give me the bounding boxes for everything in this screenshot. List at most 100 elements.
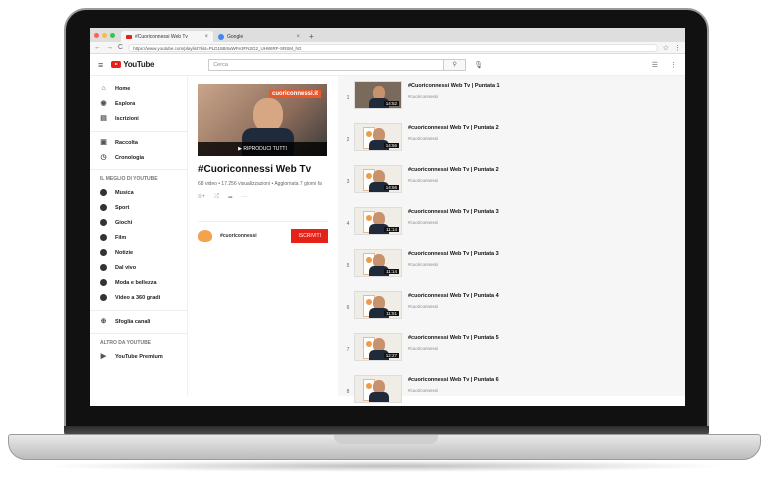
gaming-icon bbox=[100, 219, 107, 226]
playlist-thumbnail[interactable]: cuoriconnessi.it ▶ RIPRODUCI TUTTI bbox=[198, 84, 327, 156]
sidebar-item-sport[interactable]: Sport bbox=[90, 200, 187, 215]
list-item[interactable]: 7 12:27 #cuoriconnessi Web Tv | Puntata … bbox=[338, 333, 685, 375]
microphone-icon[interactable]: 🎙︎ bbox=[474, 61, 483, 69]
sidebar-item-360[interactable]: Video a 360 gradi bbox=[90, 290, 187, 305]
sidebar-item-film[interactable]: Film bbox=[90, 230, 187, 245]
url-field[interactable]: https://www.youtube.com/playlist?list=PL… bbox=[128, 43, 658, 52]
video-channel[interactable]: #cuoriconnessi bbox=[408, 94, 500, 99]
list-item[interactable]: 4 11:14 #cuoriconnessi Web Tv | Puntata … bbox=[338, 207, 685, 249]
apps-icon[interactable]: ☰ bbox=[652, 61, 658, 69]
list-item[interactable]: 8 #cuoriconnessi Web Tv | Puntata 6 #cuor… bbox=[338, 375, 685, 406]
bookmark-star-icon[interactable]: ☆ bbox=[663, 44, 669, 52]
video-channel[interactable]: #cuoriconnessi bbox=[408, 388, 499, 393]
search-input[interactable]: Cerca bbox=[208, 58, 445, 71]
sidebar-item-label: Raccolta bbox=[115, 139, 138, 146]
video-thumbnail[interactable]: 12:27 bbox=[354, 333, 402, 361]
video-thumbnail[interactable]: 11:51 bbox=[354, 291, 402, 319]
video-channel[interactable]: #cuoriconnessi bbox=[408, 304, 499, 309]
video-channel[interactable]: #cuoriconnessi bbox=[408, 220, 499, 225]
sidebar-item-history[interactable]: ◷ Cronologia bbox=[90, 150, 187, 165]
video-thumbnail[interactable] bbox=[354, 375, 402, 403]
youtube-logo[interactable]: YouTube bbox=[111, 60, 155, 69]
playlist-info-panel: cuoriconnessi.it ▶ RIPRODUCI TUTTI #Cuor… bbox=[188, 76, 338, 396]
more-options-icon[interactable]: ··· bbox=[242, 194, 248, 201]
forward-icon[interactable]: → bbox=[106, 44, 113, 51]
browser-tab-youtube[interactable]: #Cuoriconnessi Web Tv × bbox=[121, 31, 213, 42]
sidebar-item-label: Musica bbox=[115, 189, 134, 196]
back-icon[interactable]: ← bbox=[94, 44, 101, 51]
browser-tab-google[interactable]: Google × bbox=[213, 31, 305, 42]
list-item[interactable]: 5 11:14 #cuoriconnessi Web Tv | Puntata … bbox=[338, 249, 685, 291]
sidebar-section-heading: ALTRO DA YOUTUBE bbox=[90, 333, 187, 349]
window-controls bbox=[94, 28, 115, 42]
list-item[interactable]: 3 14:56 #cuoriconnessi Web Tv | Puntata … bbox=[338, 165, 685, 207]
library-icon: ▣ bbox=[100, 139, 107, 146]
new-tab-button[interactable]: + bbox=[309, 31, 314, 42]
maximize-window-button[interactable] bbox=[110, 32, 115, 38]
history-icon: ◷ bbox=[100, 154, 107, 161]
video-thumbnail[interactable]: 11:14 bbox=[354, 207, 402, 235]
sidebar-item-news[interactable]: Notizie bbox=[90, 245, 187, 260]
youtube-header: ≡ YouTube Cerca ⚲ 🎙︎ ☰ ⋮ bbox=[90, 54, 685, 76]
sidebar-item-home[interactable]: ⌂ Home bbox=[90, 81, 187, 96]
sidebar-item-library[interactable]: ▣ Raccolta bbox=[90, 135, 187, 150]
sidebar-item-subscriptions[interactable]: ▤ Iscrizioni bbox=[90, 111, 187, 126]
video-title[interactable]: #cuoriconnessi Web Tv | Puntata 6 bbox=[408, 377, 499, 383]
sidebar-item-fashion[interactable]: Moda e bellezza bbox=[90, 275, 187, 290]
video-title[interactable]: #cuoriconnessi Web Tv | Puntata 4 bbox=[408, 293, 499, 299]
presenter-body bbox=[369, 392, 389, 402]
channel-avatar[interactable] bbox=[198, 230, 212, 242]
video-duration: 11:14 bbox=[384, 227, 399, 232]
video-index: 7 bbox=[346, 347, 350, 353]
video-title[interactable]: #Cuoriconnessi Web Tv | Puntata 1 bbox=[408, 83, 500, 89]
sidebar-item-youtube-premium[interactable]: ▶ YouTube Premium bbox=[90, 349, 187, 364]
sidebar-item-gaming[interactable]: Giochi bbox=[90, 215, 187, 230]
playlist-stats: 68 video • 17.256 visualizzazioni • Aggi… bbox=[198, 181, 322, 187]
sidebar-item-explore[interactable]: ◉ Esplora bbox=[90, 96, 187, 111]
menu-icon[interactable]: ≡ bbox=[98, 60, 103, 70]
video-thumbnail[interactable]: 14:52 bbox=[354, 81, 402, 109]
video-meta: #cuoriconnessi Web Tv | Puntata 3 #cuoric… bbox=[408, 249, 499, 267]
list-item[interactable]: 1 14:52 #Cuoriconnessi Web Tv | Puntata … bbox=[338, 81, 685, 123]
close-tab-icon[interactable]: × bbox=[296, 34, 300, 40]
sidebar-item-label: Iscrizioni bbox=[115, 115, 139, 122]
playlist-actions: ≡+ ⤮ ➦ ··· bbox=[198, 194, 328, 201]
sidebar-item-label: Giochi bbox=[115, 219, 133, 226]
video-index: 8 bbox=[346, 389, 350, 395]
video-title[interactable]: #cuoriconnessi Web Tv | Puntata 2 bbox=[408, 125, 499, 131]
video-thumbnail[interactable]: 11:14 bbox=[354, 249, 402, 277]
minimize-window-button[interactable] bbox=[102, 32, 107, 38]
list-item[interactable]: 2 14:56 #cuoriconnessi Web Tv | Puntata … bbox=[338, 123, 685, 165]
video-title[interactable]: #cuoriconnessi Web Tv | Puntata 2 bbox=[408, 167, 499, 173]
video-thumbnail[interactable]: 14:56 bbox=[354, 123, 402, 151]
video-thumbnail[interactable]: 14:56 bbox=[354, 165, 402, 193]
video-channel[interactable]: #cuoriconnessi bbox=[408, 178, 499, 183]
close-window-button[interactable] bbox=[94, 32, 99, 38]
search-button[interactable]: ⚲ bbox=[444, 58, 467, 71]
share-icon[interactable]: ➦ bbox=[228, 194, 233, 201]
laptop-notch bbox=[334, 435, 438, 444]
reload-icon[interactable]: C bbox=[118, 44, 123, 51]
browser-menu-icon[interactable]: ⋮ bbox=[674, 44, 681, 52]
video-channel[interactable]: #cuoriconnessi bbox=[408, 262, 499, 267]
subscribe-button[interactable]: ISCRIVITI bbox=[291, 229, 328, 243]
sidebar-item-live[interactable]: Dal vivo bbox=[90, 260, 187, 275]
sidebar-item-browse-channels[interactable]: ⊕ Sfoglia canali bbox=[90, 314, 187, 329]
video-title[interactable]: #cuoriconnessi Web Tv | Puntata 3 bbox=[408, 251, 499, 257]
list-item[interactable]: 6 11:51 #cuoriconnessi Web Tv | Puntata … bbox=[338, 291, 685, 333]
sidebar-item-music[interactable]: Musica bbox=[90, 185, 187, 200]
add-circle-icon: ⊕ bbox=[100, 318, 107, 325]
sidebar-item-label: Sfoglia canali bbox=[115, 318, 151, 325]
shuffle-icon[interactable]: ⤮ bbox=[214, 194, 219, 201]
video-channel[interactable]: #cuoriconnessi bbox=[408, 346, 499, 351]
video-title[interactable]: #cuoriconnessi Web Tv | Puntata 5 bbox=[408, 335, 499, 341]
360-video-icon bbox=[100, 294, 107, 301]
channel-name[interactable]: #cuoriconnessi bbox=[220, 233, 257, 239]
settings-menu-icon[interactable]: ⋮ bbox=[670, 61, 677, 69]
video-meta: #cuoriconnessi Web Tv | Puntata 5 #cuoric… bbox=[408, 333, 499, 351]
add-to-queue-icon[interactable]: ≡+ bbox=[198, 194, 205, 201]
play-all-button[interactable]: ▶ RIPRODUCI TUTTI bbox=[198, 142, 327, 156]
video-title[interactable]: #cuoriconnessi Web Tv | Puntata 3 bbox=[408, 209, 499, 215]
close-tab-icon[interactable]: × bbox=[204, 34, 208, 40]
video-channel[interactable]: #cuoriconnessi bbox=[408, 136, 499, 141]
